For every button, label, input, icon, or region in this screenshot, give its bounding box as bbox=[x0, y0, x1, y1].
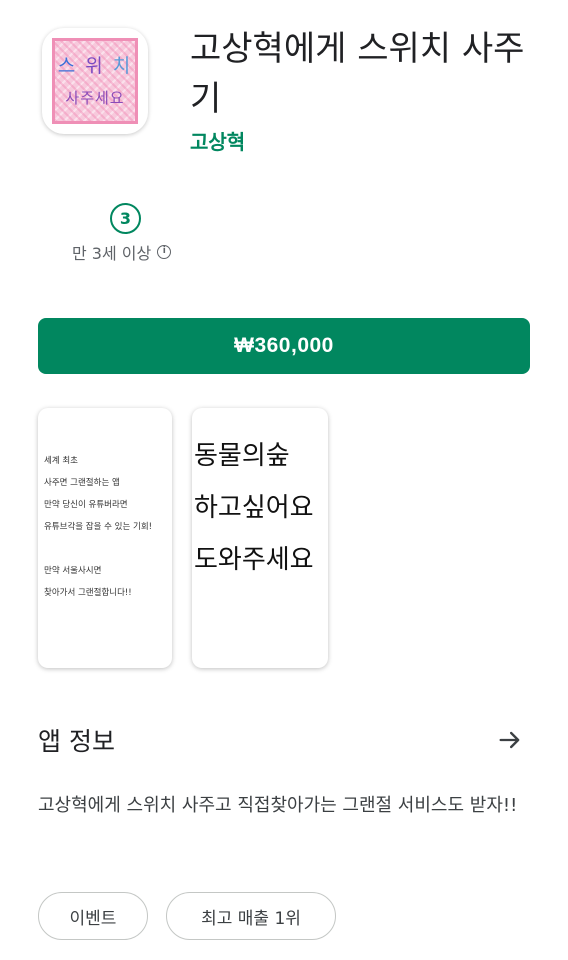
screenshot-line: 세계 최초 bbox=[44, 456, 78, 466]
buy-button[interactable]: ₩360,000 bbox=[38, 318, 530, 374]
app-icon-char: 치 bbox=[112, 55, 133, 77]
content-rating-label: 만 3세 이상 bbox=[72, 244, 152, 263]
app-icon-char: 위 bbox=[85, 55, 105, 77]
screenshot-line: 만약 서울사시면 bbox=[44, 566, 102, 576]
screenshot-line: 하고싶어요 bbox=[194, 493, 314, 523]
arrow-right-icon[interactable] bbox=[494, 724, 526, 756]
info-icon[interactable]: i bbox=[157, 245, 172, 259]
app-icon-art: 스 위 치 사주세요 bbox=[52, 38, 138, 124]
app-title: 고상혁에게 스위치 사주기 bbox=[190, 29, 525, 119]
screenshot-line: 유튜브각을 잡을 수 있는 기회! bbox=[44, 522, 153, 532]
about-app-title[interactable]: 앱 정보 bbox=[38, 722, 115, 758]
app-icon-line1: 스 위 치 bbox=[55, 51, 135, 78]
screenshot-line: 도와주세요 bbox=[194, 545, 314, 575]
app-description: 고상혁에게 스위치 사주고 직접찾아가는 그랜절 서비스도 받자!! bbox=[38, 795, 518, 816]
app-icon-line2: 사주세요 bbox=[65, 89, 125, 107]
screenshot-2[interactable]: 동물의숲 하고싶어요 도와주세요 bbox=[192, 408, 328, 668]
app-icon: 스 위 치 사주세요 bbox=[42, 28, 148, 134]
content-rating-badge: 3 bbox=[110, 203, 141, 234]
chip-top-grossing[interactable]: 최고 매출 1위 bbox=[166, 892, 336, 940]
screenshot-line: 만약 당신이 유튜버라면 bbox=[44, 500, 128, 510]
screenshot-line: 동물의숲 bbox=[194, 441, 290, 471]
screenshot-gap bbox=[44, 538, 152, 560]
chip-event[interactable]: 이벤트 bbox=[38, 892, 148, 940]
screenshot-text: 동물의숲 하고싶어요 도와주세요 bbox=[194, 430, 314, 586]
screenshot-line: 찾아가서 그랜절합니다!! bbox=[44, 588, 132, 598]
app-icon-char: 스 bbox=[57, 55, 78, 77]
screenshot-1[interactable]: 세계 최초 사주면 그랜절하는 앱 만약 당신이 유튜버라면 유튜브각을 잡을 … bbox=[38, 408, 172, 668]
screenshot-line: 사주면 그랜절하는 앱 bbox=[44, 478, 120, 488]
content-rating[interactable]: 만 3세 이상 i bbox=[72, 240, 172, 264]
developer-link[interactable]: 고상혁 bbox=[190, 126, 245, 155]
screenshot-text: 세계 최초 사주면 그랜절하는 앱 만약 당신이 유튜버라면 유튜브각을 잡을 … bbox=[44, 450, 152, 604]
